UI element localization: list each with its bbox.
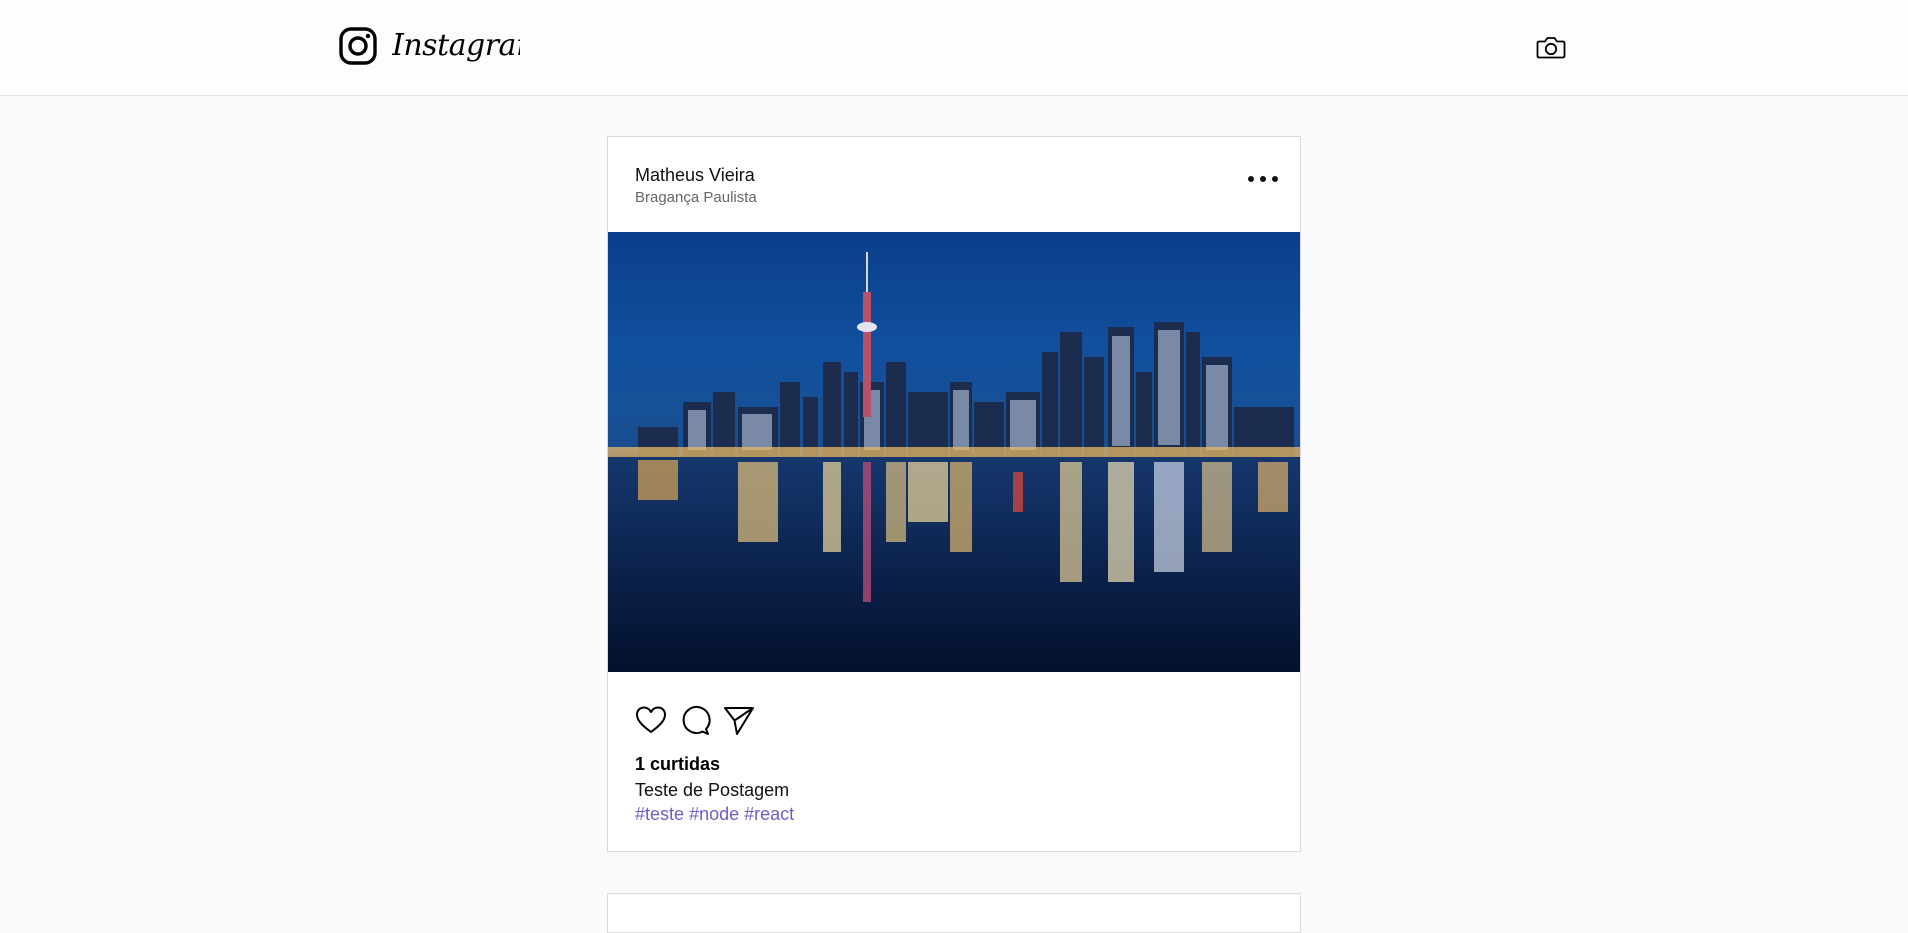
top-bar: Instagram xyxy=(0,0,1908,96)
hashtag-link[interactable]: #node xyxy=(689,804,739,824)
instagram-glyph-icon xyxy=(339,27,377,65)
post-card: Matheus Vieira Bragança Paulista 1 curti… xyxy=(607,136,1301,852)
camera-button[interactable] xyxy=(1535,31,1567,63)
send-icon[interactable] xyxy=(722,703,756,737)
post-image xyxy=(608,232,1300,672)
instagram-wordmark: Instagram xyxy=(392,28,520,63)
heart-icon[interactable] xyxy=(634,703,668,737)
post-actions xyxy=(634,703,756,737)
post-location: Bragança Paulista xyxy=(635,189,757,206)
more-dot xyxy=(1272,176,1278,182)
comment-icon[interactable] xyxy=(678,703,712,737)
post-description: Teste de Postagem xyxy=(635,780,790,800)
post-hashtags: #teste #node #react xyxy=(635,803,794,825)
more-options-icon[interactable] xyxy=(1248,171,1278,187)
post-header: Matheus Vieira Bragança Paulista xyxy=(608,137,1300,233)
camera-icon xyxy=(1536,37,1566,59)
post-card-next xyxy=(607,893,1301,933)
brand-logo[interactable]: Instagram xyxy=(338,24,520,68)
svg-text:Instagram: Instagram xyxy=(392,28,520,63)
post-author[interactable]: Matheus Vieira xyxy=(635,164,755,186)
hashtag-link[interactable]: #react xyxy=(744,804,794,824)
hashtag-link[interactable]: #teste xyxy=(635,804,684,824)
like-count: 1 curtidas xyxy=(635,754,721,774)
more-dot xyxy=(1248,176,1254,182)
more-dot xyxy=(1260,176,1266,182)
